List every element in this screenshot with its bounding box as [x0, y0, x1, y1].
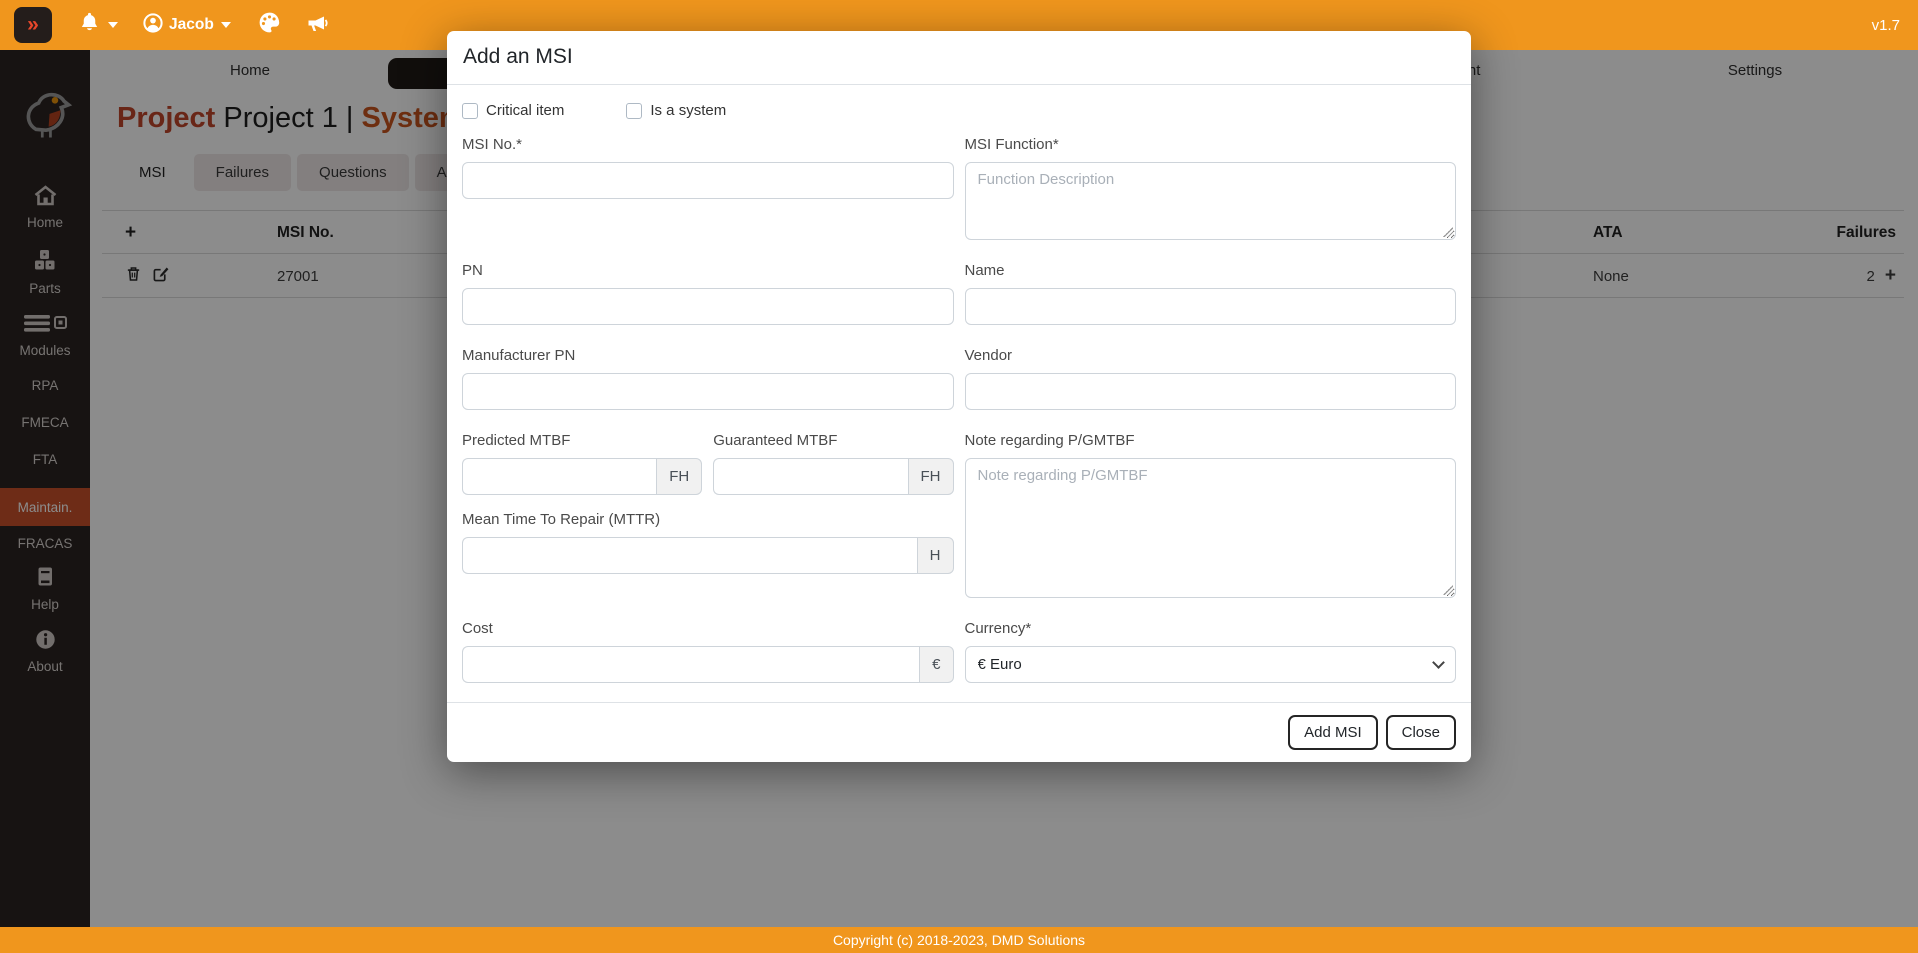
version-label: v1.7 [1872, 17, 1900, 34]
field-manufacturer-pn: Manufacturer PN [462, 347, 954, 410]
user-name: Jacob [169, 16, 214, 34]
name-label: Name [965, 262, 1457, 279]
sidebar-toggle-button[interactable]: » [14, 7, 52, 43]
msi-function-label: MSI Function* [965, 136, 1457, 153]
currency-select[interactable]: € Euro [965, 646, 1457, 683]
note-label: Note regarding P/GMTBF [965, 432, 1457, 449]
field-cost: Cost € [462, 620, 954, 683]
cost-currency-symbol: € [919, 646, 953, 683]
user-circle-icon [142, 12, 164, 39]
field-predicted-mtbf: Predicted MTBF FH [462, 432, 702, 495]
modal-body: Critical item Is a system MSI No.* MSI F… [447, 85, 1471, 702]
manufacturer-pn-label: Manufacturer PN [462, 347, 954, 364]
field-guaranteed-mtbf: Guaranteed MTBF FH [713, 432, 953, 495]
field-pn: PN [462, 262, 954, 325]
footer: Copyright (c) 2018-2023, DMD Solutions [0, 927, 1918, 953]
vendor-input[interactable] [965, 373, 1457, 410]
predicted-mtbf-unit: FH [656, 458, 702, 495]
modal-footer: Add MSI Close [447, 702, 1471, 762]
field-mtbf-and-mttr: Predicted MTBF FH Guaranteed MTBF FH [462, 432, 954, 598]
pn-input[interactable] [462, 288, 954, 325]
is-a-system-checkbox[interactable] [626, 103, 642, 119]
is-a-system-label: Is a system [650, 102, 726, 119]
mttr-label: Mean Time To Repair (MTTR) [462, 511, 954, 528]
megaphone-icon [304, 11, 330, 40]
checkbox-row: Critical item Is a system [462, 102, 1456, 119]
mttr-input[interactable] [462, 537, 917, 574]
msi-no-label: MSI No.* [462, 136, 954, 153]
cost-label: Cost [462, 620, 954, 637]
field-name: Name [965, 262, 1457, 325]
msi-function-textarea[interactable] [965, 162, 1457, 240]
field-msi-no: MSI No.* [462, 136, 954, 240]
user-menu[interactable]: Jacob [142, 12, 231, 39]
add-msi-modal: Add an MSI Critical item Is a system MSI… [447, 31, 1471, 762]
guaranteed-mtbf-unit: FH [908, 458, 954, 495]
modal-form: MSI No.* MSI Function* PN Name [462, 136, 1456, 687]
name-input[interactable] [965, 288, 1457, 325]
currency-label: Currency* [965, 620, 1457, 637]
field-vendor: Vendor [965, 347, 1457, 410]
field-msi-function: MSI Function* [965, 136, 1457, 240]
palette-icon [257, 10, 282, 40]
cost-input[interactable] [462, 646, 919, 683]
notifications-button[interactable] [78, 11, 118, 40]
chevron-down-icon [108, 22, 118, 28]
bell-icon [78, 11, 101, 40]
field-currency: Currency* € Euro [965, 620, 1457, 683]
announcements-button[interactable] [304, 11, 330, 40]
predicted-mtbf-input[interactable] [462, 458, 656, 495]
theme-button[interactable] [257, 10, 282, 40]
double-chevron-icon: » [27, 13, 39, 37]
copyright-text: Copyright (c) 2018-2023, DMD Solutions [833, 932, 1085, 948]
guaranteed-mtbf-input[interactable] [713, 458, 907, 495]
msi-no-input[interactable] [462, 162, 954, 199]
pn-label: PN [462, 262, 954, 279]
field-note: Note regarding P/GMTBF [965, 432, 1457, 598]
mttr-unit: H [917, 537, 954, 574]
modal-header: Add an MSI [447, 31, 1471, 85]
critical-item-label: Critical item [486, 102, 564, 119]
modal-title: Add an MSI [463, 45, 1455, 69]
guaranteed-mtbf-label: Guaranteed MTBF [713, 432, 953, 449]
add-msi-button[interactable]: Add MSI [1288, 715, 1378, 750]
manufacturer-pn-input[interactable] [462, 373, 954, 410]
field-mttr: Mean Time To Repair (MTTR) H [462, 511, 954, 574]
chevron-down-icon [221, 22, 231, 28]
vendor-label: Vendor [965, 347, 1457, 364]
is-a-system-checkbox-group[interactable]: Is a system [626, 102, 726, 119]
close-button[interactable]: Close [1386, 715, 1456, 750]
note-textarea[interactable] [965, 458, 1457, 598]
critical-item-checkbox-group[interactable]: Critical item [462, 102, 564, 119]
predicted-mtbf-label: Predicted MTBF [462, 432, 702, 449]
critical-item-checkbox[interactable] [462, 103, 478, 119]
